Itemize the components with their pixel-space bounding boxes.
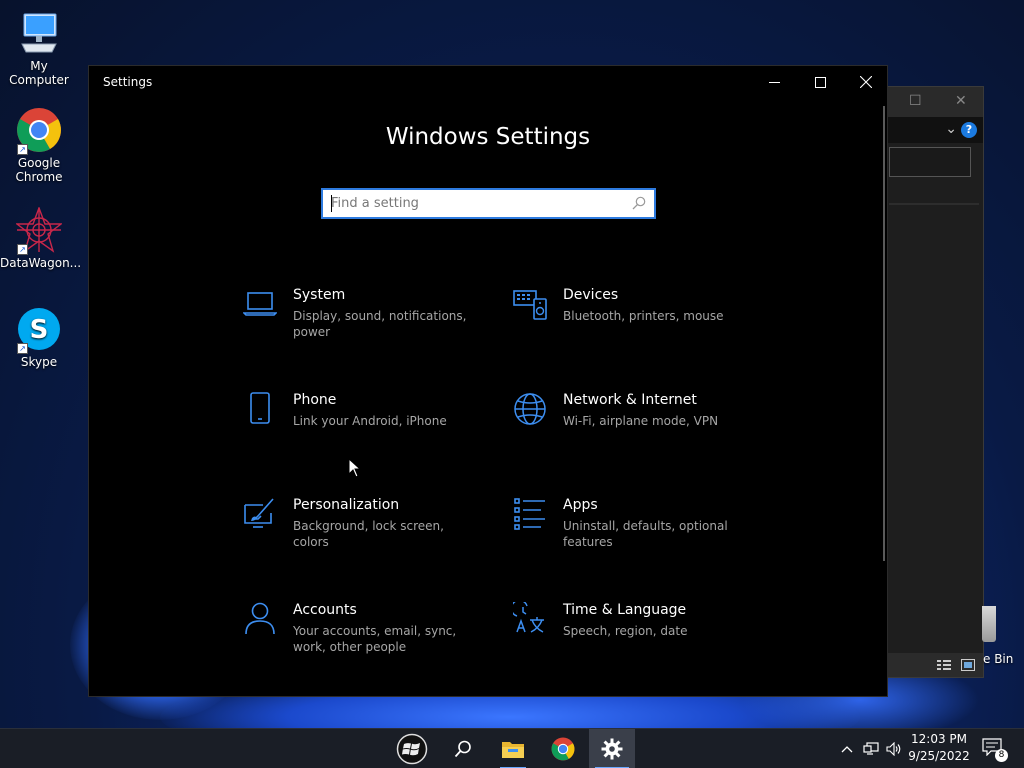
desktop-icon-label: My Computer: [9, 59, 69, 87]
folder-icon: [502, 742, 524, 758]
phone-icon: [250, 392, 270, 424]
status-bar: [881, 653, 983, 677]
settings-search-box[interactable]: [321, 188, 656, 219]
taskbar-chrome[interactable]: [540, 729, 586, 768]
shortcut-arrow-icon: ↗: [17, 144, 28, 155]
search-input[interactable]: [323, 190, 613, 217]
desktop-icon-label: Google Chrome: [15, 156, 63, 184]
page-title: Windows Settings: [385, 124, 591, 150]
address-box[interactable]: [889, 147, 971, 177]
apps-list-icon: [514, 498, 545, 530]
tile-name: Time & Language: [563, 602, 687, 618]
settings-tile-system[interactable]: System Display, sound, notifications, po…: [243, 287, 493, 357]
help-icon[interactable]: ?: [961, 122, 977, 138]
recycle-bin-label: e Bin: [983, 652, 1014, 666]
settings-tile-network-internet[interactable]: Network & Internet Wi-Fi, airplane mode,…: [513, 392, 763, 462]
background-window-titlebar: ☐ ✕: [881, 87, 983, 117]
text-caret: [331, 195, 332, 212]
maximize-icon[interactable]: ☐: [909, 93, 922, 109]
start-button[interactable]: [389, 729, 435, 768]
window-title: Settings: [103, 75, 153, 89]
background-window[interactable]: ☐ ✕ ⌄ ?: [880, 86, 984, 678]
large-icons-view-icon[interactable]: [961, 659, 975, 671]
taskbar: 12:03 PM 9/25/2022 8: [0, 728, 1024, 768]
divider: [889, 203, 979, 205]
settings-tile-accounts[interactable]: Accounts Your accounts, email, sync, wor…: [243, 602, 493, 672]
paint-brush-icon: [244, 498, 274, 528]
settings-tile-devices[interactable]: Devices Bluetooth, printers, mouse: [513, 287, 763, 357]
tile-description: Uninstall, defaults, optional features: [563, 519, 728, 549]
tile-name: Apps: [563, 497, 598, 513]
tile-description: Link your Android, iPhone: [293, 414, 447, 428]
recycle-bin-icon[interactable]: [982, 606, 996, 642]
maximize-icon: [814, 76, 826, 88]
tile-name: Devices: [563, 287, 619, 303]
tile-name: Accounts: [293, 602, 357, 618]
tile-description: Speech, region, date: [563, 624, 688, 638]
maximize-button[interactable]: [797, 66, 843, 98]
chevron-down-icon[interactable]: ⌄: [945, 121, 957, 137]
shortcut-arrow-icon: ↗: [17, 244, 28, 255]
close-button[interactable]: [843, 66, 889, 98]
volume-tray-button[interactable]: [884, 729, 904, 768]
desktop-icon-datawagon[interactable]: ↗ DataWagon...: [0, 206, 82, 270]
settings-window[interactable]: Settings Windows Settings System Display…: [88, 65, 888, 697]
gear-icon: [601, 738, 623, 760]
person-icon: [245, 602, 275, 635]
scrollbar[interactable]: [883, 106, 885, 561]
clock-date: 9/25/2022: [908, 749, 970, 763]
skype-icon: S ↗: [16, 306, 62, 354]
network-tray-button[interactable]: [860, 729, 882, 768]
settings-tile-phone[interactable]: Phone Link your Android, iPhone: [243, 392, 493, 462]
settings-tile-time-language[interactable]: Time & Language Speech, region, date: [513, 602, 763, 672]
taskbar-settings[interactable]: [589, 729, 635, 768]
tile-description: Display, sound, notifications, power: [293, 309, 467, 339]
notification-count-badge: 8: [995, 749, 1008, 762]
close-icon[interactable]: ✕: [955, 93, 967, 109]
desktop-icon-label: DataWagon...: [0, 256, 82, 270]
laptop-icon: [243, 292, 277, 316]
tile-name: Personalization: [293, 497, 400, 513]
taskbar-file-explorer[interactable]: [490, 729, 536, 768]
tile-description: Your accounts, email, sync, work, other …: [293, 624, 457, 654]
globe-icon: [514, 393, 546, 425]
svg-text:S: S: [30, 315, 49, 345]
tile-description: Bluetooth, printers, mouse: [563, 309, 724, 323]
shortcut-arrow-icon: ↗: [17, 343, 28, 354]
tile-description: Background, lock screen, colors: [293, 519, 444, 549]
settings-tile-apps[interactable]: Apps Uninstall, defaults, optional featu…: [513, 497, 763, 567]
speaker-icon: [886, 742, 901, 756]
mouse-cursor-icon: [348, 458, 362, 478]
close-icon: [860, 76, 872, 88]
settings-titlebar[interactable]: Settings: [89, 66, 887, 98]
search-icon: [454, 740, 471, 758]
chevron-up-icon: [841, 746, 853, 753]
taskbar-search-button[interactable]: [440, 729, 486, 768]
chrome-icon: [551, 737, 575, 761]
tile-name: Phone: [293, 392, 337, 408]
minimize-button[interactable]: [751, 66, 797, 98]
network-icon: [863, 742, 879, 755]
tile-name: System: [293, 287, 346, 303]
chrome-icon: ↗: [16, 107, 62, 155]
windows-logo-icon: [396, 733, 428, 765]
clock-time: 12:03 PM: [911, 732, 967, 746]
taskbar-clock[interactable]: 12:03 PM 9/25/2022: [902, 731, 976, 765]
search-icon: [632, 196, 646, 210]
details-view-icon[interactable]: [937, 659, 951, 671]
computer-icon: [16, 10, 62, 56]
datawagon-icon: ↗: [14, 206, 64, 255]
time-language-icon: [513, 602, 544, 633]
tile-name: Network & Internet: [563, 392, 697, 408]
background-window-ribbon: ⌄ ?: [881, 117, 983, 143]
settings-tile-personalization[interactable]: Personalization Background, lock screen,…: [243, 497, 493, 567]
desktop-icon-label: Skype: [20, 355, 58, 369]
desktop-icon-google-chrome[interactable]: ↗ Google Chrome: [0, 107, 78, 184]
tile-description: Wi-Fi, airplane mode, VPN: [563, 414, 719, 428]
show-hidden-icons-button[interactable]: [838, 729, 856, 768]
minimize-icon: [768, 81, 780, 83]
desktop-icon-skype[interactable]: S ↗ Skype: [0, 306, 78, 369]
devices-icon: [513, 290, 547, 320]
desktop-icon-my-computer[interactable]: My Computer: [0, 10, 78, 87]
